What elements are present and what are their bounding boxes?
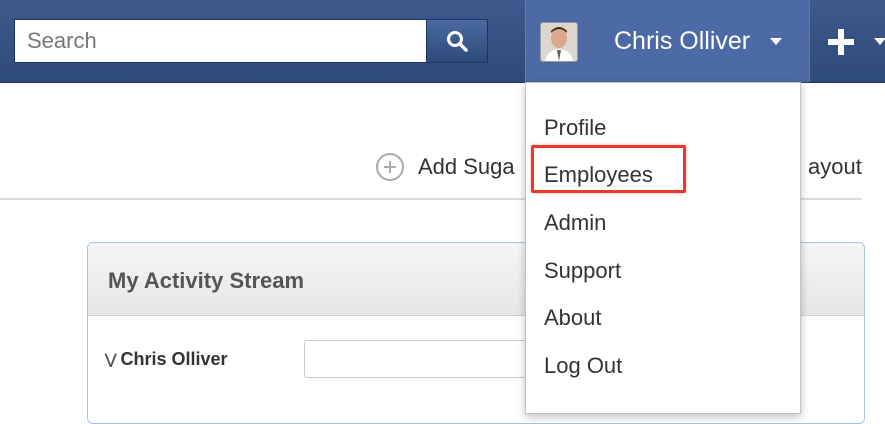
search-input[interactable]: [14, 19, 426, 63]
layout-button-label[interactable]: ayout: [808, 154, 862, 180]
menu-item-admin[interactable]: Admin: [544, 210, 606, 236]
activity-post-input[interactable]: [304, 340, 544, 378]
add-dashlet-button[interactable]: Add Suga: [376, 150, 515, 184]
search-icon: [447, 31, 468, 52]
chevron-down-icon: [770, 38, 782, 45]
plus-icon: [828, 29, 854, 55]
menu-item-profile[interactable]: Profile: [544, 115, 606, 141]
avatar: [540, 22, 578, 62]
user-menu-toggle[interactable]: Chris Olliver: [525, 0, 810, 82]
double-chevron-down-icon: ⋁: [105, 351, 117, 367]
highlight-box: [531, 145, 686, 193]
stream-user-name: Chris Olliver: [120, 349, 228, 369]
menu-item-about[interactable]: About: [544, 305, 602, 331]
menu-item-support[interactable]: Support: [544, 258, 621, 284]
top-navbar: Chris Olliver: [0, 0, 885, 83]
add-circle-icon: [376, 153, 404, 181]
user-name: Chris Olliver: [614, 27, 751, 55]
add-dashlet-label: Add Suga: [418, 154, 515, 179]
stream-user-toggle[interactable]: ⋁ Chris Olliver: [105, 349, 228, 370]
menu-item-log-out[interactable]: Log Out: [544, 353, 622, 379]
search-button[interactable]: [426, 19, 488, 63]
user-dropdown-menu: Profile Employees Admin Support About Lo…: [525, 82, 801, 414]
chevron-down-icon: [874, 38, 885, 45]
dashlet-title: My Activity Stream: [108, 268, 305, 293]
quick-create-button[interactable]: [809, 0, 885, 82]
